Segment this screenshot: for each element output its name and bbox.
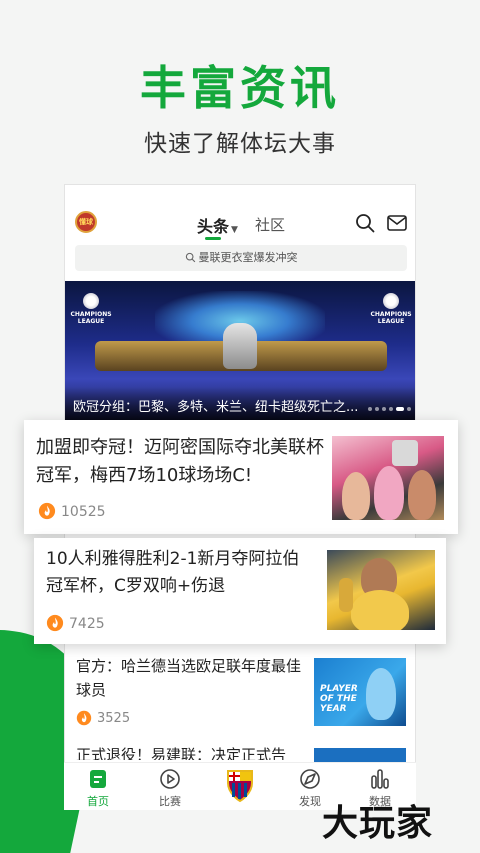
news-card-featured[interactable]: 加盟即夺冠！迈阿密国际夺北美联杯冠军，梅西7场10球场场C! 10525 <box>24 420 458 534</box>
champions-league-logo-right: CHAMPIONS LEAGUE <box>369 293 413 325</box>
search-icon <box>185 252 195 263</box>
fire-icon <box>38 502 56 520</box>
heat-count: 10525 <box>38 502 106 520</box>
banner-caption: 欧冠分组：巴黎、多特、米兰、纽卡超级死亡之... <box>65 387 415 421</box>
heat-count: 3525 <box>76 710 130 726</box>
caret-down-icon: ▼ <box>231 225 238 235</box>
news-thumbnail <box>327 550 435 630</box>
tab-headlines-label: 头条 <box>197 217 230 236</box>
discover-icon <box>300 769 320 789</box>
trophy-image <box>223 323 257 369</box>
news-list-item[interactable]: 官方：哈兰德当选欧足联年度最佳球员 3525 PLAYER OF THE YEA… <box>64 652 416 742</box>
fire-icon <box>76 710 92 726</box>
search-icon[interactable] <box>355 213 375 233</box>
news-thumbnail: PLAYER OF THE YEAR <box>314 658 406 726</box>
starball-icon <box>383 293 399 309</box>
fire-icon <box>46 614 64 632</box>
active-tab-indicator <box>205 237 221 240</box>
tab-community[interactable]: 社区 <box>255 214 285 235</box>
nav-discover-label: 发现 <box>299 795 321 808</box>
news-title: 加盟即夺冠！迈阿密国际夺北美联杯冠军，梅西7场10球场场C! <box>36 437 324 486</box>
player-of-the-year-text: PLAYER OF THE YEAR <box>320 684 358 714</box>
barca-crest-icon[interactable] <box>224 767 256 803</box>
news-card[interactable]: 10人利雅得胜利2-1新月夺阿拉伯冠军杯，C罗双响+伤退 7425 <box>34 538 446 644</box>
search-placeholder: 曼联更衣室爆发冲突 <box>198 251 298 264</box>
news-title[interactable]: 正式退役！易建联：决定正式告 <box>76 746 306 760</box>
tab-headlines[interactable]: 头条 ▼ <box>197 213 238 237</box>
heat-count: 7425 <box>46 614 105 632</box>
champions-league-text-left: CHAMPIONS LEAGUE <box>70 311 112 325</box>
app-bar: 懂球 头条 ▼ 社区 <box>65 185 415 243</box>
heat-count-value: 10525 <box>61 504 106 520</box>
carousel-indicator <box>365 396 411 415</box>
nav-home-label: 首页 <box>87 795 109 808</box>
news-thumbnail <box>314 748 406 762</box>
heat-count-value: 7425 <box>69 616 105 632</box>
home-icon <box>90 770 106 788</box>
heat-count-value: 3525 <box>97 711 131 726</box>
news-title: 10人利雅得胜利2-1新月夺阿拉伯冠军杯，C罗双响+伤退 <box>46 549 300 596</box>
nav-home[interactable]: 首页 <box>68 767 128 809</box>
champions-league-text-right: CHAMPIONS LEAGUE <box>370 311 412 325</box>
nav-matches-label: 比赛 <box>159 795 181 808</box>
search-input[interactable]: 曼联更衣室爆发冲突 <box>75 245 407 271</box>
nav-matches[interactable]: 比赛 <box>140 767 200 809</box>
news-title: 官方：哈兰德当选欧足联年度最佳球员 <box>76 657 302 699</box>
starball-icon <box>83 293 99 309</box>
watermark-text: 大玩家 <box>322 803 434 844</box>
play-icon <box>160 769 180 789</box>
news-thumbnail <box>332 436 444 520</box>
data-icon <box>371 769 389 789</box>
champions-league-logo-left: CHAMPIONS LEAGUE <box>69 293 113 325</box>
promo-headline: 丰富资讯 <box>140 61 340 115</box>
mail-icon[interactable] <box>387 215 407 231</box>
featured-banner[interactable]: CHAMPIONS LEAGUE CHAMPIONS LEAGUE 欧冠分组：巴… <box>65 281 415 421</box>
promo-subheadline: 快速了解体坛大事 <box>144 131 336 157</box>
app-logo[interactable]: 懂球 <box>75 211 97 233</box>
